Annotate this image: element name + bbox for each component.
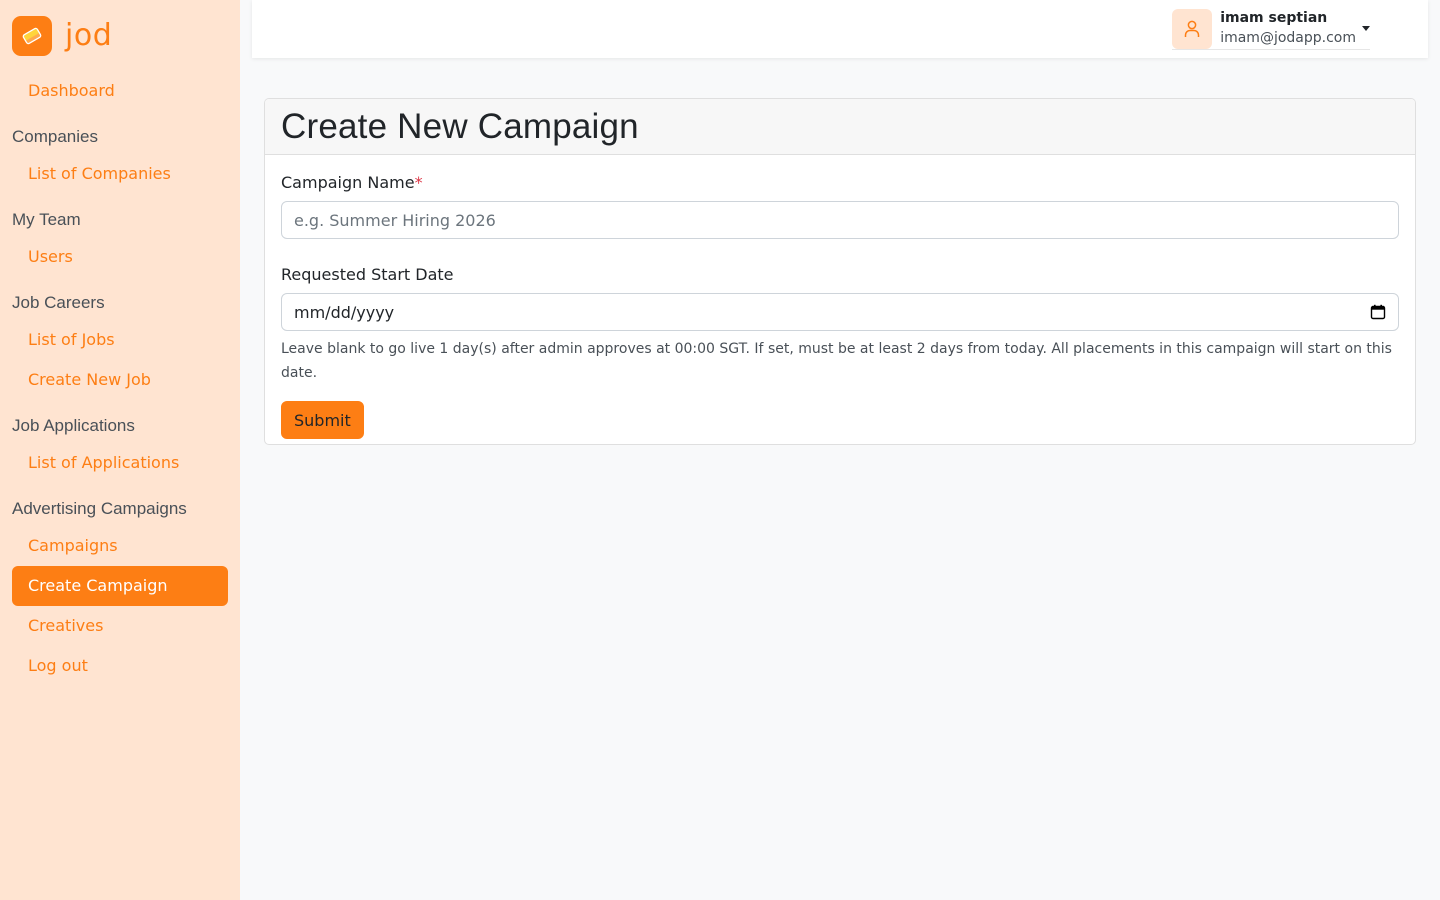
brand-name: jod xyxy=(65,18,113,53)
start-date-placeholder: mm/dd/yyyy xyxy=(294,302,395,322)
sidebar-item-creatives[interactable]: Creatives xyxy=(12,606,228,646)
sidebar-nav: Dashboard Companies List of Companies My… xyxy=(12,71,228,686)
page-title: Create New Campaign xyxy=(281,106,639,146)
user-menu-toggle[interactable]: imam septian imam@jodapp.com xyxy=(1172,9,1370,50)
avatar xyxy=(1172,9,1213,49)
sidebar-section-job-applications: Job Applications xyxy=(12,416,135,435)
calendar-icon[interactable] xyxy=(1370,304,1386,320)
sidebar-item-create-new-job[interactable]: Create New Job xyxy=(12,360,228,400)
card-header: Create New Campaign xyxy=(265,99,1415,155)
user-email: imam@jodapp.com xyxy=(1220,30,1356,46)
sidebar-item-log-out[interactable]: Log out xyxy=(12,646,228,686)
sidebar-section-advertising-campaigns: Advertising Campaigns xyxy=(12,499,187,518)
topbar: imam septian imam@jodapp.com xyxy=(252,0,1428,58)
sidebar-section-my-team: My Team xyxy=(12,210,81,229)
caret-down-icon[interactable] xyxy=(1362,25,1370,31)
brand-logo[interactable]: jod xyxy=(12,16,112,56)
start-date-group: Requested Start Date mm/dd/yyyy Leave bl… xyxy=(281,265,1399,385)
campaign-name-label-text: Campaign Name xyxy=(281,173,415,192)
campaign-form: Campaign Name* Requested Start Date mm/d… xyxy=(265,155,1415,439)
sidebar-item-list-of-companies[interactable]: List of Companies xyxy=(12,154,228,194)
required-marker: * xyxy=(414,173,423,192)
create-campaign-card: Create New Campaign Campaign Name* Reque… xyxy=(264,98,1416,445)
sidebar-section-job-careers: Job Careers xyxy=(12,293,105,312)
submit-button[interactable]: Submit xyxy=(281,401,364,439)
campaign-name-label: Campaign Name* xyxy=(281,173,1399,193)
sidebar-section-companies: Companies xyxy=(12,127,98,146)
start-date-input[interactable]: mm/dd/yyyy xyxy=(281,293,1399,331)
campaign-name-input[interactable] xyxy=(281,201,1399,239)
user-icon xyxy=(1184,20,1200,37)
sidebar-item-users[interactable]: Users xyxy=(12,237,228,277)
sidebar-item-campaigns[interactable]: Campaigns xyxy=(12,526,228,566)
sidebar-item-dashboard[interactable]: Dashboard xyxy=(12,71,228,111)
start-date-help-text: Leave blank to go live 1 day(s) after ad… xyxy=(281,341,1392,381)
user-name: imam septian xyxy=(1220,10,1328,26)
sidebar-item-create-campaign[interactable]: Create Campaign xyxy=(12,566,228,606)
sidebar: jod Dashboard Companies List of Companie… xyxy=(0,0,240,900)
jod-logo-icon xyxy=(12,16,52,56)
user-info: imam septian imam@jodapp.com xyxy=(1220,9,1356,49)
sidebar-item-list-of-applications[interactable]: List of Applications xyxy=(12,443,228,483)
sidebar-item-list-of-jobs[interactable]: List of Jobs xyxy=(12,320,228,360)
start-date-label: Requested Start Date xyxy=(281,265,454,284)
